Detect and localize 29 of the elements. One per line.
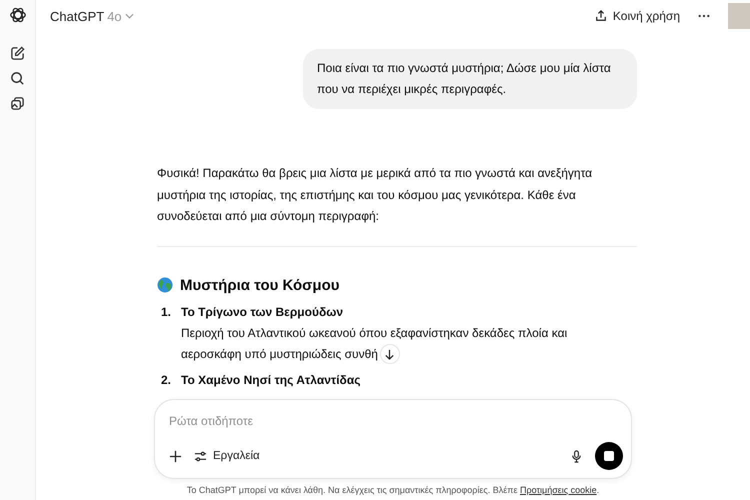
globe-icon [157, 277, 173, 293]
tools-button[interactable]: Εργαλεία [194, 450, 260, 462]
sliders-icon[interactable] [194, 450, 207, 462]
arrow-down-icon[interactable] [384, 348, 396, 360]
assistant-paragraph: Φυσικά! Παρακάτω θα βρεις μια λίστα με μερικά από τα πιο γνωστά και ανεξήγητα μυστήρια της ιστορίας, της επιστήμης και του κόσμου μας γενικότερα. Κάθε ένα συνοδεύεται από μια σύντομη περιγραφή: [157, 165, 594, 225]
list-number: 2. [160, 372, 172, 388]
item-description: αεροσκάφη υπό μυστηριώδεις συνθή [181, 346, 378, 362]
stop-button[interactable] [595, 442, 623, 470]
plus-icon[interactable] [169, 450, 182, 462]
message-composer[interactable]: Ρώτα οτιδήποτε Εργαλεία [154, 399, 632, 479]
search-icon[interactable] [10, 71, 25, 86]
share-icon[interactable] [594, 10, 607, 22]
item-title: Το Τρίγωνο των Βερμούδων [181, 304, 344, 320]
item-description: Περιοχή του Ατλαντικού ωκεανού όπου εξαφανίστηκαν δεκάδες πλοία και [181, 324, 568, 342]
user-message: Ποια είναι τα πιο γνωστά μυστήρια; Δώσε μου μία λίστα που να περιέχει μικρές περιγραφές. [303, 49, 637, 109]
list-number: 1. [160, 304, 172, 320]
share-button[interactable]: Κοινή χρήση [594, 9, 680, 23]
cookie-preferences-link[interactable]: Προτιμήσεις cookie [520, 485, 597, 495]
model-selector[interactable]: ChatGPT 4o [50, 8, 134, 24]
logo-icon[interactable] [8, 6, 26, 24]
chevron-down-icon[interactable] [124, 13, 134, 19]
new-chat-icon[interactable] [10, 46, 25, 61]
scroll-down-button[interactable] [380, 344, 400, 364]
microphone-icon[interactable] [570, 450, 583, 462]
section-heading: Μυστήρια του Κόσμου [180, 276, 340, 294]
disclaimer-text: Το ChatGPT μπορεί να κάνει λάθη. Να ελέγχεις τις σημαντικές πληροφορίες. Βλέπε Προτιμήσεις cookie. [186, 485, 600, 495]
gallery-icon[interactable] [10, 96, 25, 111]
item-title: Το Χαμένο Νησί της Ατλαντίδας [181, 372, 360, 388]
more-options-icon[interactable] [698, 14, 710, 18]
